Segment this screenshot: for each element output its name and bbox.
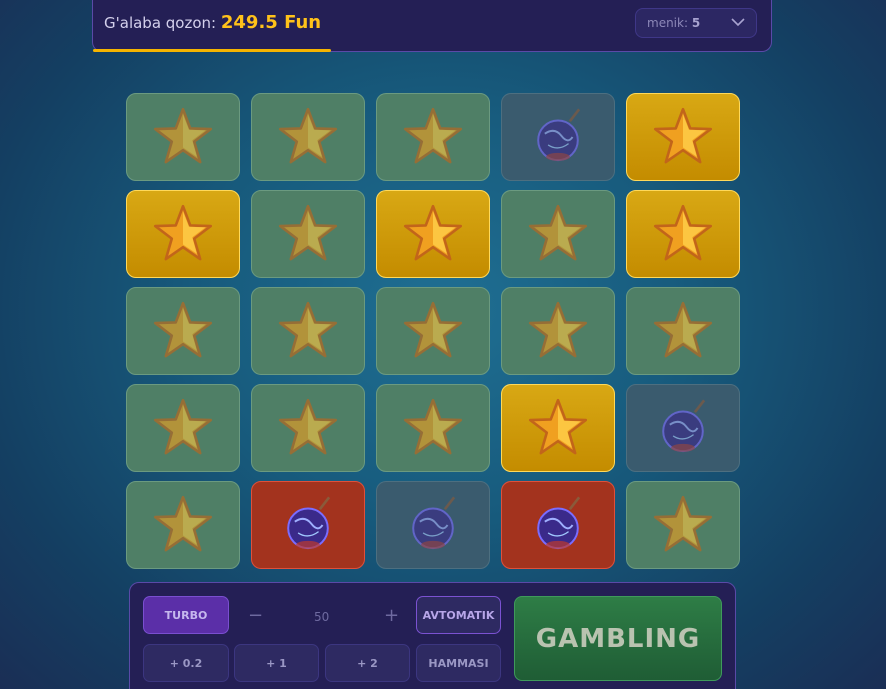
grid-tile[interactable] [626, 287, 740, 375]
star-icon [153, 301, 213, 358]
star-icon [653, 107, 713, 164]
star-icon [278, 107, 338, 164]
grid-tile[interactable] [126, 287, 240, 375]
star-icon [278, 398, 338, 455]
grid-tile[interactable] [126, 481, 240, 569]
bomb-icon [662, 399, 706, 453]
mines-value: 5 [691, 16, 701, 30]
grid-tile[interactable] [251, 481, 365, 569]
grid-tile[interactable] [501, 384, 615, 472]
grid-tile[interactable] [626, 481, 740, 569]
grid-tile[interactable] [126, 190, 240, 278]
chevron-down-icon [731, 18, 745, 27]
star-icon [403, 204, 463, 261]
win-panel: G'alaba qozon: 249.5 Fun menik: 5 [92, 0, 772, 52]
grid-tile[interactable] [501, 93, 615, 181]
star-icon [653, 301, 713, 358]
star-icon [653, 204, 713, 261]
star-icon [528, 398, 588, 455]
grid-tile[interactable] [376, 190, 490, 278]
bomb-icon [287, 496, 331, 550]
grid-tile[interactable] [126, 384, 240, 472]
star-icon [403, 107, 463, 164]
add-0.2-button[interactable]: + 0.2 [143, 644, 229, 682]
grid-tile[interactable] [376, 287, 490, 375]
star-icon [153, 398, 213, 455]
grid-tile[interactable] [126, 93, 240, 181]
star-icon [403, 398, 463, 455]
add-2-button[interactable]: + 2 [325, 644, 410, 682]
grid-tile[interactable] [376, 481, 490, 569]
grid-tile[interactable] [376, 93, 490, 181]
star-icon [278, 204, 338, 261]
gamble-button[interactable]: GAMBLING [514, 596, 722, 681]
grid-tile[interactable] [626, 93, 740, 181]
grid-tile[interactable] [251, 93, 365, 181]
bet-controls-panel: TURBO − 50 + AVTOMATIK + 0.2 + 1 + 2 HAM… [129, 582, 736, 689]
grid-tile[interactable] [626, 384, 740, 472]
grid-tile[interactable] [501, 190, 615, 278]
bomb-icon [537, 108, 581, 162]
star-icon [278, 301, 338, 358]
bomb-icon [537, 496, 581, 550]
bet-decrease-button[interactable]: − [248, 605, 263, 626]
grid-tile[interactable] [626, 190, 740, 278]
grid-tile[interactable] [501, 481, 615, 569]
grid-tile[interactable] [251, 287, 365, 375]
star-icon [153, 204, 213, 261]
mines-label: menik: [647, 16, 689, 30]
mines-count-select[interactable]: menik: 5 [635, 8, 757, 38]
win-amount: 249.5 Fun [220, 12, 322, 33]
round-progress-bar [93, 49, 331, 52]
star-icon [528, 204, 588, 261]
star-icon [153, 495, 213, 552]
autoplay-button[interactable]: AVTOMATIK [416, 596, 501, 634]
win-label: G'alaba qozon: [104, 14, 217, 32]
max-bet-button[interactable]: HAMMASI [416, 644, 501, 682]
star-icon [153, 107, 213, 164]
bet-increase-button[interactable]: + [384, 605, 399, 626]
grid-tile[interactable] [251, 384, 365, 472]
star-icon [528, 301, 588, 358]
add-1-button[interactable]: + 1 [234, 644, 319, 682]
bet-amount-input[interactable]: 50 [314, 610, 329, 624]
bomb-icon [412, 496, 456, 550]
win-label-row: G'alaba qozon: 249.5 Fun [104, 12, 321, 33]
star-icon [403, 301, 463, 358]
grid-tile[interactable] [501, 287, 615, 375]
turbo-button[interactable]: TURBO [143, 596, 229, 634]
star-icon [653, 495, 713, 552]
grid-tile[interactable] [376, 384, 490, 472]
grid-tile[interactable] [251, 190, 365, 278]
